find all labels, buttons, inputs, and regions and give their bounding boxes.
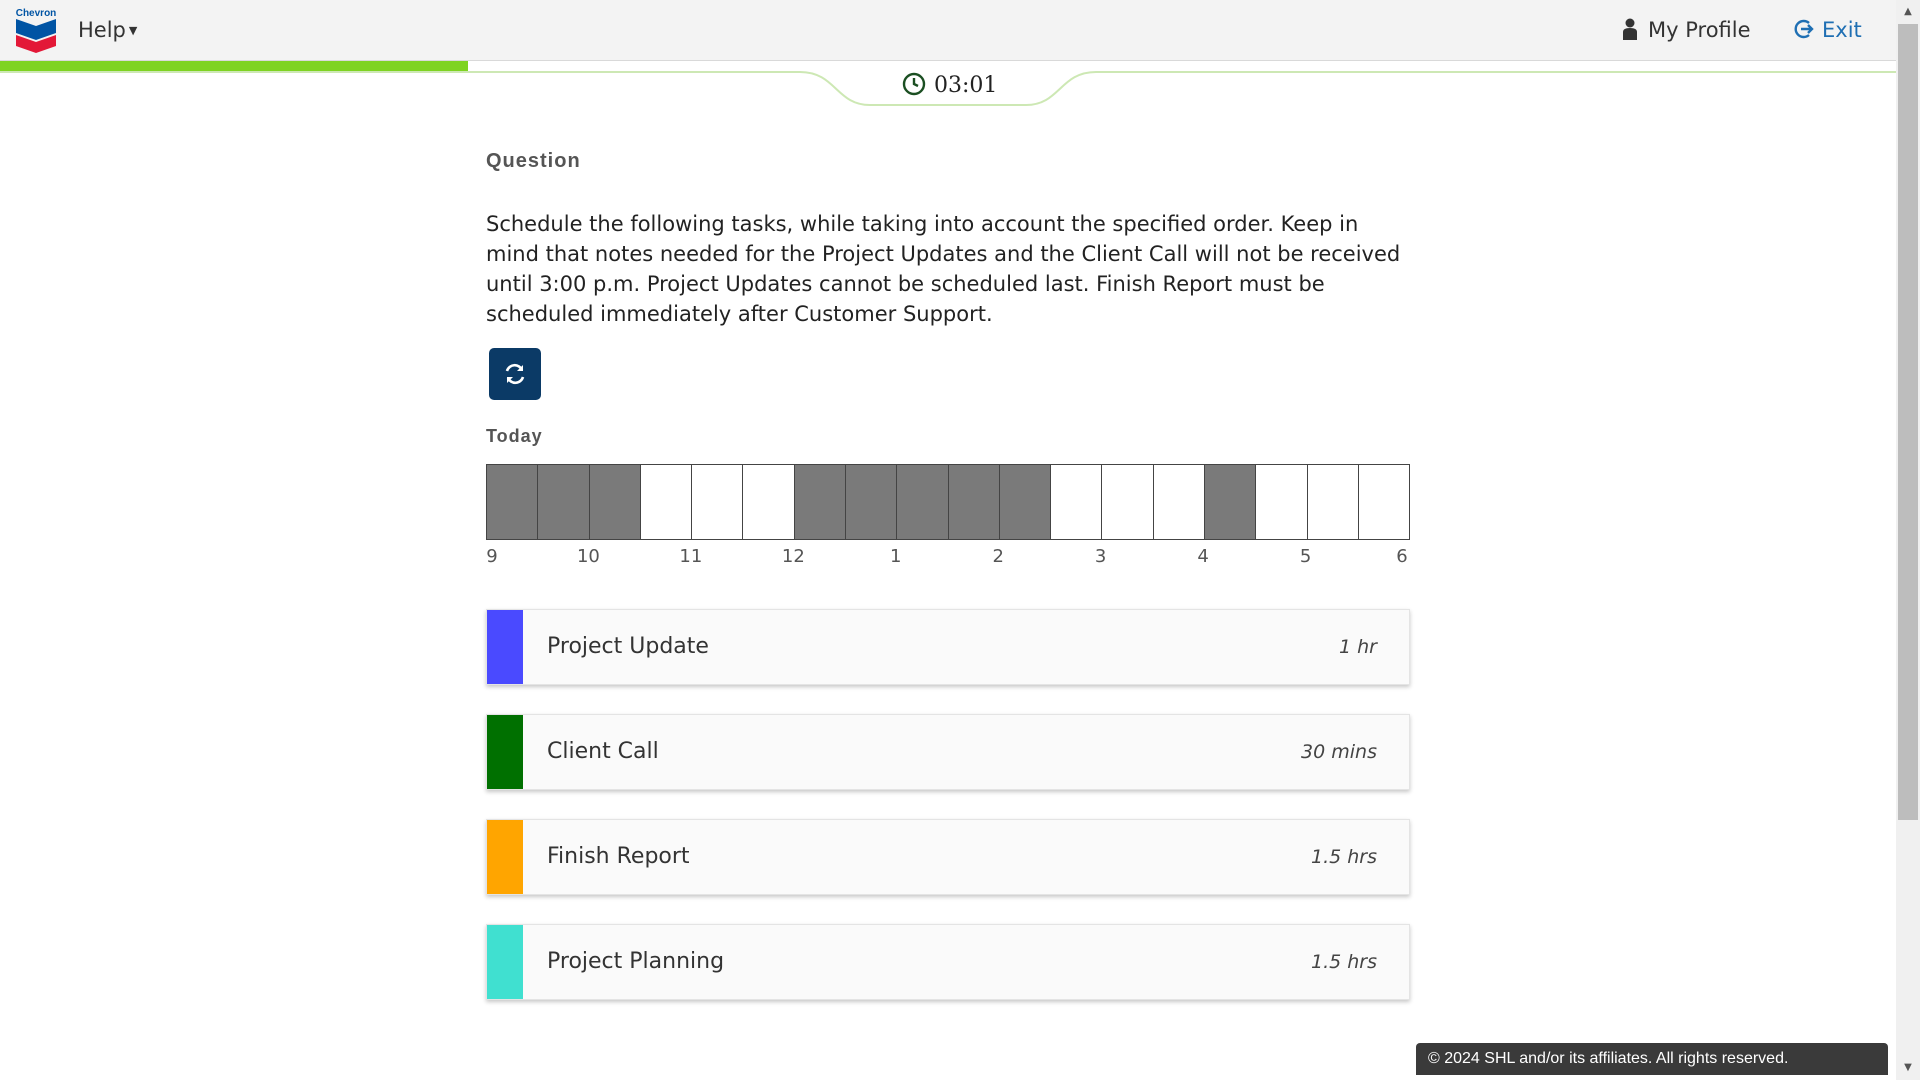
hour-label: 10: [576, 546, 600, 567]
time-slot[interactable]: [897, 465, 949, 539]
timer-value: 03:01: [934, 73, 998, 98]
task-client-call[interactable]: Client Call 30 mins: [486, 714, 1410, 790]
hour-label: 2: [992, 546, 1004, 567]
time-slot[interactable]: [845, 465, 898, 539]
task-finish-report[interactable]: Finish Report 1.5 hrs: [486, 819, 1410, 895]
time-slot[interactable]: [1102, 465, 1154, 539]
task-color-swatch: [487, 820, 523, 894]
chevron-logo[interactable]: Chevron: [14, 8, 58, 54]
clock-icon: [902, 72, 926, 96]
exit-link[interactable]: Exit: [1792, 15, 1862, 45]
task-project-update[interactable]: Project Update 1 hr: [486, 609, 1410, 685]
time-slot[interactable]: [1051, 465, 1103, 539]
task-duration: 1 hr: [1339, 636, 1377, 658]
task-name: Project Planning: [547, 949, 725, 974]
time-slot[interactable]: [794, 465, 846, 539]
time-slot[interactable]: [538, 465, 590, 539]
task-duration: 1.5 hrs: [1310, 846, 1377, 868]
hour-label: 1: [890, 546, 902, 567]
scroll-down-arrow-icon[interactable]: ▼: [1896, 1058, 1920, 1078]
task-duration: 1.5 hrs: [1310, 951, 1377, 973]
question-heading: Question: [486, 150, 581, 172]
task-color-swatch: [487, 715, 523, 789]
task-name: Project Update: [547, 634, 709, 659]
chevron-logo-icon: [16, 19, 56, 53]
task-project-planning[interactable]: Project Planning 1.5 hrs: [486, 924, 1410, 1000]
time-slot[interactable]: [589, 465, 641, 539]
task-name: Finish Report: [547, 844, 690, 869]
today-label: Today: [486, 426, 543, 446]
timer-area: 03:01: [0, 61, 1896, 111]
my-profile-link[interactable]: My Profile: [1622, 15, 1751, 45]
task-duration: 30 mins: [1301, 741, 1377, 763]
task-color-swatch: [487, 925, 523, 999]
refresh-icon: [505, 363, 525, 385]
hour-label: 12: [781, 546, 805, 567]
vertical-scrollbar[interactable]: ▲ ▼: [1896, 0, 1920, 1080]
my-profile-label: My Profile: [1648, 18, 1751, 42]
time-slot[interactable]: [1359, 465, 1409, 539]
time-slot[interactable]: [1256, 465, 1308, 539]
hour-labels: 9 10 11 12 1 2 3 4 5 6: [486, 546, 1410, 570]
time-slot[interactable]: [1308, 465, 1359, 539]
time-slot[interactable]: [641, 465, 693, 539]
time-slot[interactable]: [1154, 465, 1205, 539]
hour-label: 3: [1094, 546, 1107, 567]
time-slot[interactable]: [999, 465, 1052, 539]
schedule-timeline[interactable]: [486, 464, 1410, 540]
countdown-timer: 03:01: [902, 71, 997, 101]
reset-button[interactable]: [489, 348, 541, 400]
exit-label: Exit: [1822, 18, 1862, 42]
user-icon: [1623, 18, 1637, 40]
hour-label: 5: [1299, 546, 1312, 567]
caret-down-icon: ▼: [128, 24, 138, 37]
task-name: Client Call: [547, 739, 659, 764]
help-label: Help: [78, 18, 126, 42]
question-text: Schedule the following tasks, while taki…: [486, 212, 1401, 326]
time-slot[interactable]: [1204, 465, 1257, 539]
hour-label: 11: [679, 546, 703, 567]
hour-label: 9: [486, 546, 498, 567]
scroll-up-arrow-icon[interactable]: ▲: [1896, 2, 1920, 22]
top-bar: Chevron Help ▼ My Profile Exit: [0, 0, 1896, 61]
hour-label: 4: [1197, 546, 1209, 567]
task-color-swatch: [487, 610, 523, 684]
exit-icon: [1794, 19, 1814, 39]
time-slot[interactable]: [948, 465, 1000, 539]
brand-name: Chevron: [15, 8, 57, 19]
progress-bar-fill: [0, 61, 469, 71]
question-panel: Question Schedule the following tasks, w…: [486, 140, 1410, 1000]
time-slot[interactable]: [487, 465, 539, 539]
hour-label: 6: [1396, 546, 1408, 567]
help-menu[interactable]: Help ▼: [78, 15, 137, 45]
scroll-thumb[interactable]: [1898, 24, 1918, 820]
time-slot[interactable]: [743, 465, 795, 539]
copyright-footer: © 2024 SHL and/or its affiliates. All ri…: [1416, 1043, 1888, 1075]
time-slot[interactable]: [692, 465, 744, 539]
